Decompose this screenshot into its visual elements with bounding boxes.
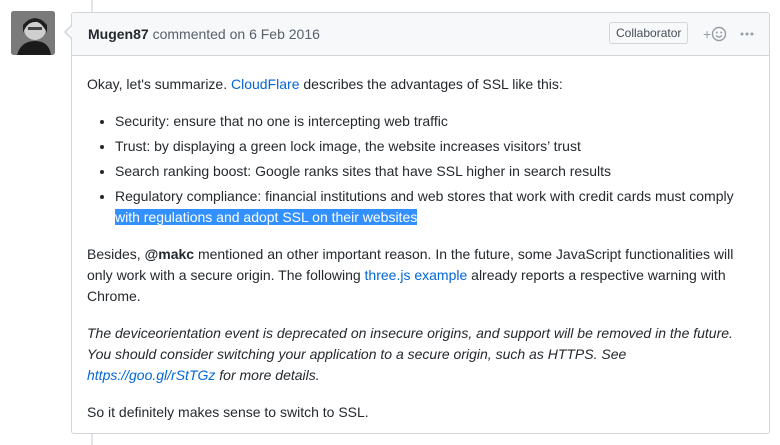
quote-paragraph: The deviceorientation event is deprecate… xyxy=(87,325,733,383)
comment-meta: Mugen87 commented on 6 Feb 2016 xyxy=(88,26,320,42)
goo-gl-link[interactable]: https://goo.gl/rStTGz xyxy=(87,367,215,383)
avatar[interactable] xyxy=(11,11,55,55)
comment-body: Okay, let's summarize. CloudFlare descri… xyxy=(72,56,769,423)
comment-action: commented on xyxy=(152,26,246,42)
list-item: Search ranking boost: Google ranks sites… xyxy=(115,161,754,182)
list-item: Security: ensure that no one is intercep… xyxy=(115,111,754,132)
reason-paragraph: Besides, @makc mentioned an other import… xyxy=(87,246,734,304)
cloudflare-link[interactable]: CloudFlare xyxy=(231,76,299,92)
add-reaction-button[interactable]: + xyxy=(703,25,729,43)
comment-box: Mugen87 commented on 6 Feb 2016 Collabor… xyxy=(64,12,770,434)
list-item: Trust: by displaying a green lock image,… xyxy=(115,136,754,157)
advantages-list: Security: ensure that no one is intercep… xyxy=(87,111,754,228)
threejs-example-link[interactable]: three.js example xyxy=(365,267,468,283)
selected-text: with regulations and adopt SSL on their … xyxy=(115,209,418,225)
smiley-add-icon xyxy=(711,26,727,42)
avatar-image xyxy=(11,11,55,55)
intro-paragraph: Okay, let's summarize. CloudFlare descri… xyxy=(87,76,563,92)
comment-header: Mugen87 commented on 6 Feb 2016 Collabor… xyxy=(64,13,769,56)
comment-date-link[interactable]: 6 Feb 2016 xyxy=(249,26,320,42)
user-mention[interactable]: @makc xyxy=(145,246,194,262)
comment-timeline: Mugen87 commented on 6 Feb 2016 Collabor… xyxy=(0,0,780,445)
role-badge: Collaborator xyxy=(609,22,689,44)
list-item: Regulatory compliance: financial institu… xyxy=(115,186,754,228)
author-link[interactable]: Mugen87 xyxy=(88,26,149,42)
conclusion-paragraph: So it definitely makes sense to switch t… xyxy=(87,404,369,420)
more-options-button[interactable] xyxy=(739,23,757,43)
kebab-horizontal-icon xyxy=(740,32,754,36)
plus-icon: + xyxy=(703,26,712,42)
